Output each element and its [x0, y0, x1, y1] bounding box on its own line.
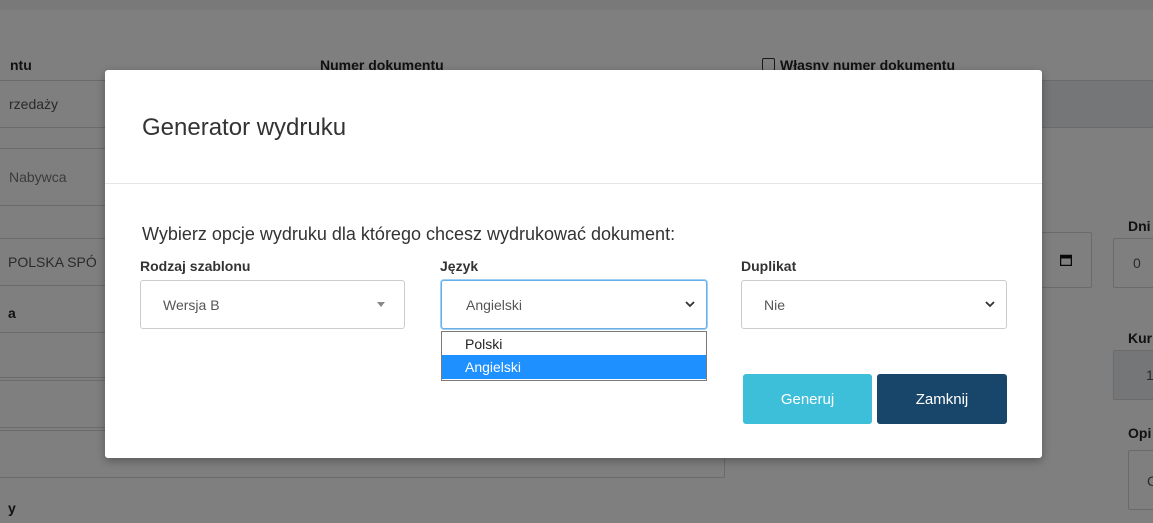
- language-select-value: Angielski: [466, 296, 523, 313]
- modal-title: Generator wydruku: [142, 114, 347, 141]
- close-button[interactable]: Zamknij: [877, 374, 1007, 424]
- generate-button[interactable]: Generuj: [743, 374, 872, 424]
- caret-down-icon: [377, 302, 385, 307]
- modal-header: Generator wydruku: [105, 70, 1042, 184]
- language-select[interactable]: Angielski: [441, 280, 707, 329]
- chevron-down-icon: [685, 301, 695, 308]
- template-label: Rodzaj szablonu: [140, 258, 251, 274]
- language-options-list: Polski Angielski: [441, 331, 707, 381]
- print-options-prompt: Wybierz opcje wydruku dla którego chcesz…: [142, 224, 676, 244]
- print-generator-modal: Generator wydruku Wybierz opcje wydruku …: [105, 70, 1042, 458]
- language-option-polski[interactable]: Polski: [442, 333, 706, 355]
- duplicate-select-value: Nie: [764, 296, 786, 313]
- language-label: Język: [440, 258, 479, 274]
- duplicate-select[interactable]: Nie: [741, 280, 1007, 329]
- modal-body: Wybierz opcje wydruku dla którego chcesz…: [105, 184, 1042, 458]
- template-select-value: Wersja B: [163, 296, 220, 313]
- language-option-angielski[interactable]: Angielski: [442, 355, 706, 379]
- duplicate-label: Duplikat: [741, 258, 797, 274]
- chevron-down-icon: [985, 301, 995, 308]
- template-select[interactable]: Wersja B: [140, 280, 405, 329]
